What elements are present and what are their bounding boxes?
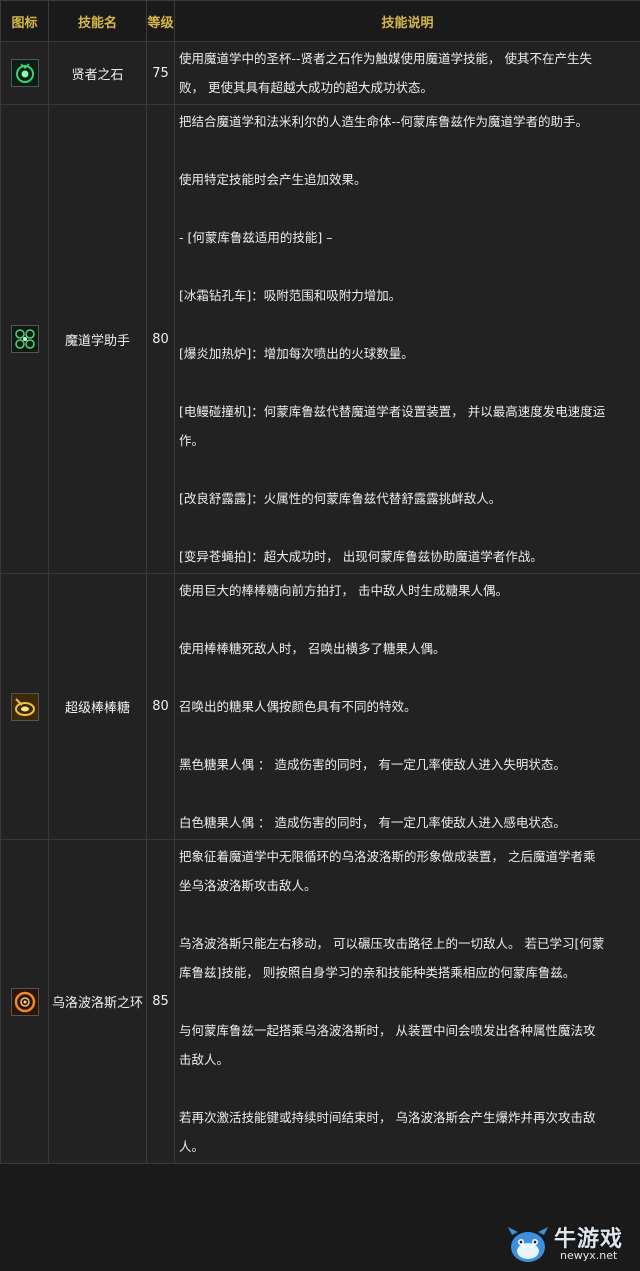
site-watermark: 牛游戏 newyx.net xyxy=(506,1219,632,1267)
description-line: 人。 xyxy=(179,1139,205,1154)
skill-level: 80 xyxy=(146,104,175,574)
description-line: [冰霜钻孔车]：吸附范围和吸附力增加。 xyxy=(179,288,402,303)
description-line: 与何蒙库鲁兹一起搭乘乌洛波洛斯时， 从装置中间会喷发出各种属性魔法攻 xyxy=(179,1023,596,1038)
skill-name: 乌洛波洛斯之环 xyxy=(48,839,147,1164)
header-icon: 图标 xyxy=(0,0,49,42)
header-level: 等级 xyxy=(146,0,175,42)
description-line: 使用巨大的棒棒糖向前方拍打， 击中敌人时生成糖果人偶。 xyxy=(179,583,508,598)
skill-description: 把结合魔道学和法米利尔的人造生命体--何蒙库鲁兹作为魔道学者的助手。 使用特定技… xyxy=(174,104,640,574)
description-line xyxy=(179,252,640,281)
description-line: 使用棒棒糖死敌人时， 召唤出横多了糖果人偶。 xyxy=(179,641,446,656)
table-row: 超级棒棒糖 80 使用巨大的棒棒糖向前方拍打， 击中敌人时生成糖果人偶。 使用棒… xyxy=(0,573,640,840)
skill-icon-cell xyxy=(0,104,49,574)
skill-name: 超级棒棒糖 xyxy=(48,573,147,840)
description-line xyxy=(179,513,640,542)
description-line xyxy=(179,310,640,339)
skill-level: 75 xyxy=(146,41,175,105)
sage-stone-icon xyxy=(10,59,39,87)
description-line: 把结合魔道学和法米利尔的人造生命体--何蒙库鲁兹作为魔道学者的助手。 xyxy=(179,114,589,129)
description-line: - [何蒙库鲁兹适用的技能] – xyxy=(179,230,333,245)
skill-description: 把象征着魔道学中无限循环的乌洛波洛斯的形象做成装置， 之后魔道学者乘 坐乌洛波洛… xyxy=(174,839,640,1164)
description-line: 黑色糖果人偶 ： 造成伤害的同时， 有一定几率使敌人进入失明状态。 xyxy=(179,757,566,772)
skill-level: 85 xyxy=(146,839,175,1164)
description-line: 作。 xyxy=(179,433,205,448)
table-header-row: 图标 技能名 等级 技能说明 xyxy=(0,0,640,42)
candy-stick-icon xyxy=(10,692,39,721)
description-line: 召唤出的糖果人偶按颜色具有不同的特效。 xyxy=(179,699,417,714)
skill-table: 图标 技能名 等级 技能说明 贤者之石 75 使用魔道学中的圣杯--贤者之石作为… xyxy=(0,0,640,1164)
skill-icon-cell xyxy=(0,573,49,840)
description-line xyxy=(179,605,640,634)
description-line: [爆炎加热炉]：增加每次喷出的火球数量。 xyxy=(179,346,414,361)
ouroboros-ring-icon xyxy=(10,987,39,1016)
skill-icon-cell xyxy=(0,839,49,1164)
description-line: 库鲁兹]技能， 则按照自身学习的亲和技能种类搭乘相应的何蒙库鲁兹。 xyxy=(179,965,576,980)
description-line: 败， 更使其具有超越大成功的超大成功状态。 xyxy=(179,80,433,95)
description-line xyxy=(179,194,640,223)
skill-level: 80 xyxy=(146,573,175,840)
description-line: [电鳗碰撞机]：何蒙库鲁兹代替魔道学者设置装置， 并以最高速度发电速度运 xyxy=(179,404,606,419)
skill-description: 使用巨大的棒棒糖向前方拍打， 击中敌人时生成糖果人偶。 使用棒棒糖死敌人时， 召… xyxy=(174,573,640,840)
description-line xyxy=(179,136,640,165)
description-line xyxy=(179,721,640,750)
description-line xyxy=(179,987,640,1016)
description-line: 若再次激活技能键或持续时间结束时， 乌洛波洛斯会产生爆炸并再次攻击敌 xyxy=(179,1110,596,1125)
description-line: 白色糖果人偶 ： 造成伤害的同时， 有一定几率使敌人进入感电状态。 xyxy=(179,815,566,830)
watermark-url: newyx.net xyxy=(560,1249,618,1262)
table-row: 魔道学助手 80 把结合魔道学和法米利尔的人造生命体--何蒙库鲁兹作为魔道学者的… xyxy=(0,104,640,574)
description-line: 乌洛波洛斯只能左右移动， 可以碾压攻击路径上的一切敌人。 若已学习[何蒙 xyxy=(179,936,605,951)
table-row: 乌洛波洛斯之环 85 把象征着魔道学中无限循环的乌洛波洛斯的形象做成装置， 之后… xyxy=(0,839,640,1164)
header-skill-name: 技能名 xyxy=(48,0,147,42)
table-row: 贤者之石 75 使用魔道学中的圣杯--贤者之石作为触媒使用魔道学技能， 使其不在… xyxy=(0,41,640,105)
description-line: 使用特定技能时会产生追加效果。 xyxy=(179,172,367,187)
description-line xyxy=(179,455,640,484)
skill-icon-cell xyxy=(0,41,49,105)
description-line: 把象征着魔道学中无限循环的乌洛波洛斯的形象做成装置， 之后魔道学者乘 xyxy=(179,849,596,864)
header-description: 技能说明 xyxy=(174,0,640,42)
description-line: 坐乌洛波洛斯攻击敌人。 xyxy=(179,878,317,893)
description-line xyxy=(179,663,640,692)
skill-description: 使用魔道学中的圣杯--贤者之石作为触媒使用魔道学技能， 使其不在产生失 败， 更… xyxy=(174,41,640,105)
description-line: 击敌人。 xyxy=(179,1052,230,1067)
skill-name: 魔道学助手 xyxy=(48,104,147,574)
description-line: [变异苍蝇拍]：超大成功时， 出现何蒙库鲁兹协助魔道学者作战。 xyxy=(179,549,543,564)
description-line: [改良舒露露]：火属性的何蒙库鲁兹代替舒露露挑衅敌人。 xyxy=(179,491,502,506)
description-line xyxy=(179,779,640,808)
description-line xyxy=(179,1074,640,1103)
description-line xyxy=(179,900,640,929)
description-line xyxy=(179,368,640,397)
skill-name: 贤者之石 xyxy=(48,41,147,105)
homunculus-icon xyxy=(10,325,39,353)
mascot-icon xyxy=(506,1221,550,1265)
description-line: 使用魔道学中的圣杯--贤者之石作为触媒使用魔道学技能， 使其不在产生失 xyxy=(179,51,592,66)
